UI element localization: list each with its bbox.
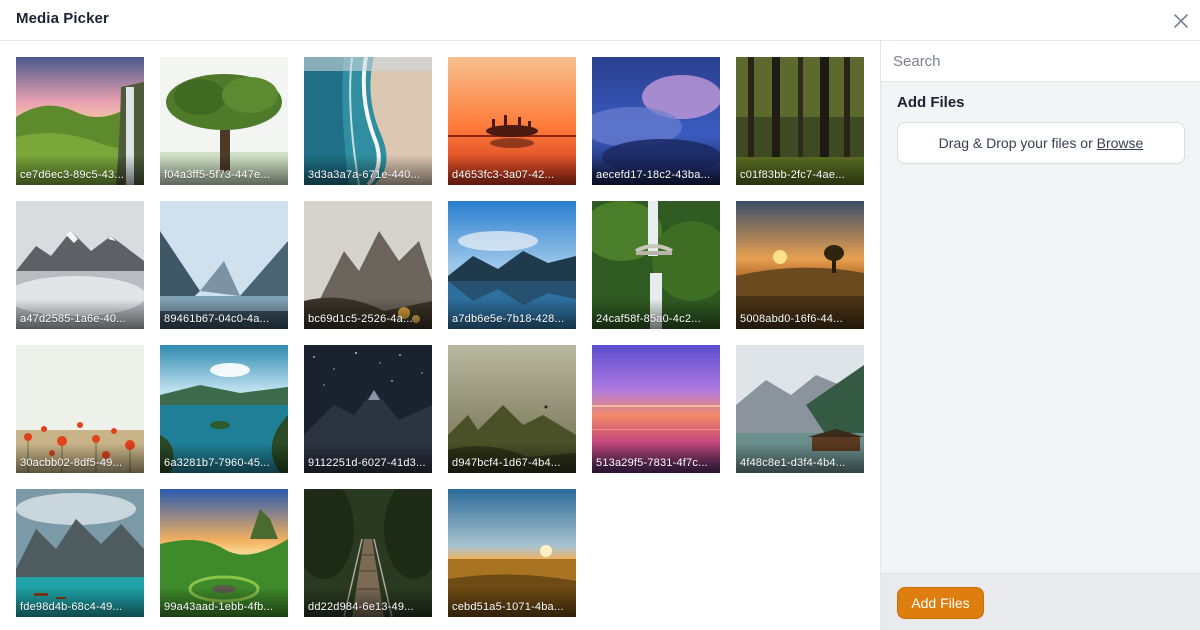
- media-tile[interactable]: fde98d4b-68c4-49...: [16, 489, 144, 617]
- media-filename: 3d3a3a7a-671e-440...: [308, 169, 421, 181]
- media-filename: cebd51a5-1071-4ba...: [452, 601, 564, 613]
- modal-title: Media Picker: [16, 10, 109, 27]
- media-tile[interactable]: a7db6e5e-7b18-428...: [448, 201, 576, 329]
- media-tile[interactable]: 99a43aad-1ebb-4fb...: [160, 489, 288, 617]
- media-filename: 89461b67-04c0-4a...: [164, 313, 270, 325]
- dropzone-text: Drag & Drop your files or: [938, 135, 1097, 151]
- media-tile[interactable]: 5008abd0-16f6-44...: [736, 201, 864, 329]
- media-filename: f04a3ff5-5f73-447e...: [164, 169, 271, 181]
- media-tile[interactable]: 513a29f5-7831-4f7c...: [592, 345, 720, 473]
- media-tile[interactable]: 30acbb02-8df5-49...: [16, 345, 144, 473]
- media-tile[interactable]: f04a3ff5-5f73-447e...: [160, 57, 288, 185]
- media-filename: fde98d4b-68c4-49...: [20, 601, 123, 613]
- media-tile[interactable]: 4f48c8e1-d3f4-4b4...: [736, 345, 864, 473]
- media-tile[interactable]: aecefd17-18c2-43ba...: [592, 57, 720, 185]
- add-files-heading: Add Files: [897, 94, 965, 111]
- media-filename: d4653fc3-3a07-42...: [452, 169, 555, 181]
- media-filename: c01f83bb-2fc7-4ae...: [740, 169, 845, 181]
- media-filename: a47d2585-1a6e-40...: [20, 313, 126, 325]
- media-tile[interactable]: c01f83bb-2fc7-4ae...: [736, 57, 864, 185]
- media-tile[interactable]: a47d2585-1a6e-40...: [16, 201, 144, 329]
- file-dropzone[interactable]: Drag & Drop your files or Browse: [897, 122, 1185, 164]
- media-filename: d947bcf4-1d67-4b4...: [452, 457, 561, 469]
- media-filename: bc69d1c5-2526-4a...: [308, 313, 413, 325]
- media-tile[interactable]: 6a3281b7-7960-45...: [160, 345, 288, 473]
- media-tile[interactable]: d4653fc3-3a07-42...: [448, 57, 576, 185]
- modal-header: Media Picker: [0, 0, 1200, 41]
- media-filename: 6a3281b7-7960-45...: [164, 457, 270, 469]
- media-tile[interactable]: 3d3a3a7a-671e-440...: [304, 57, 432, 185]
- close-icon[interactable]: [1170, 10, 1192, 32]
- media-filename: 30acbb02-8df5-49...: [20, 457, 123, 469]
- search-input[interactable]: [881, 41, 1200, 82]
- media-filename: 24caf58f-85a0-4c2...: [596, 313, 701, 325]
- media-filename: 5008abd0-16f6-44...: [740, 313, 843, 325]
- media-filename: a7db6e5e-7b18-428...: [452, 313, 565, 325]
- panel-footer: Add Files: [881, 573, 1200, 630]
- media-tile[interactable]: d947bcf4-1d67-4b4...: [448, 345, 576, 473]
- add-files-button[interactable]: Add Files: [897, 587, 984, 619]
- media-filename: ce7d6ec3-89c5-43...: [20, 169, 125, 181]
- browse-link[interactable]: Browse: [1097, 135, 1144, 151]
- media-filename: 513a29f5-7831-4f7c...: [596, 457, 708, 469]
- media-tile[interactable]: bc69d1c5-2526-4a...: [304, 201, 432, 329]
- media-tile[interactable]: ce7d6ec3-89c5-43...: [16, 57, 144, 185]
- media-tile[interactable]: 24caf58f-85a0-4c2...: [592, 201, 720, 329]
- media-filename: 99a43aad-1ebb-4fb...: [164, 601, 274, 613]
- media-filename: 4f48c8e1-d3f4-4b4...: [740, 457, 846, 469]
- media-tile[interactable]: dd22d984-6e13-49...: [304, 489, 432, 617]
- side-panel: Add Files Drag & Drop your files or Brow…: [880, 41, 1200, 630]
- media-tile[interactable]: cebd51a5-1071-4ba...: [448, 489, 576, 617]
- media-tile[interactable]: 89461b67-04c0-4a...: [160, 201, 288, 329]
- media-filename: aecefd17-18c2-43ba...: [596, 169, 711, 181]
- media-filename: 9112251d-6027-41d3...: [308, 457, 426, 469]
- media-tile[interactable]: 9112251d-6027-41d3...: [304, 345, 432, 473]
- media-filename: dd22d984-6e13-49...: [308, 601, 414, 613]
